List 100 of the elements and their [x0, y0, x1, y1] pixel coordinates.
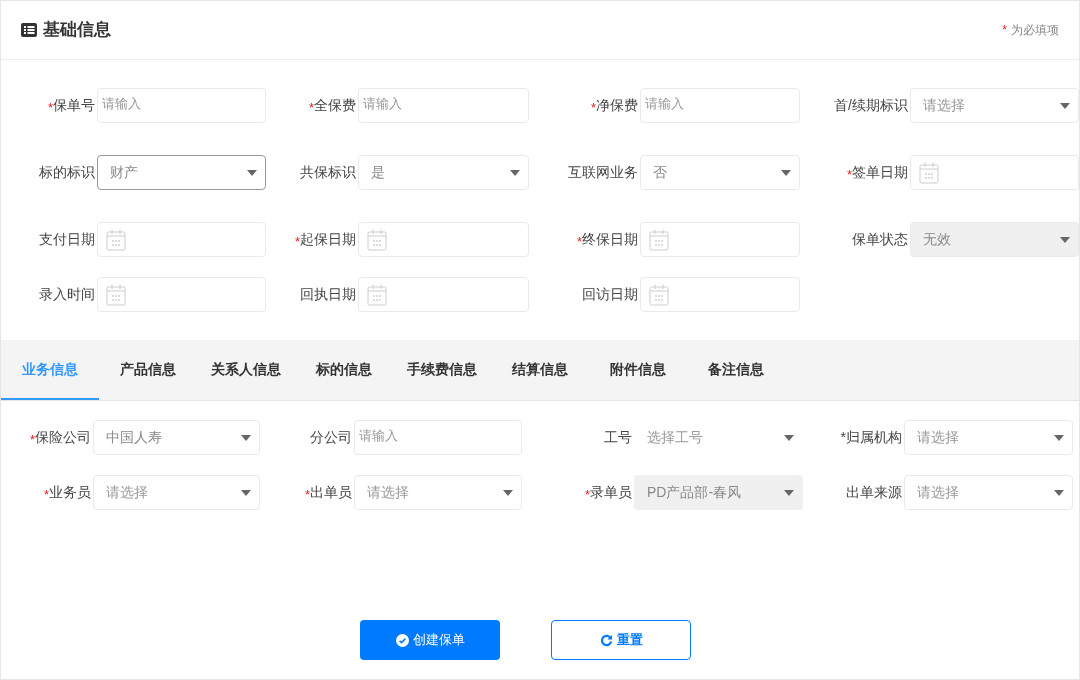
caret-icon [241, 489, 251, 496]
caret-icon [503, 489, 513, 496]
date-field[interactable] [358, 222, 529, 257]
field-label: 互联网业务 [568, 163, 638, 182]
tab[interactable]: 手续费信息 [393, 340, 491, 400]
select-field[interactable]: 是 [358, 155, 529, 190]
field-label: 首/续期标识 [834, 96, 908, 115]
select-value: 请选择 [917, 483, 959, 502]
tab[interactable]: 标的信息 [295, 340, 393, 400]
tab[interactable]: 附件信息 [589, 340, 687, 400]
list-icon [21, 23, 37, 37]
calendar-icon [649, 228, 669, 251]
caret-icon [784, 489, 794, 496]
field-label: 分公司 [310, 428, 352, 447]
date-field[interactable] [358, 277, 529, 312]
field-label: 录单员 [590, 483, 632, 502]
select-value: 是 [371, 163, 385, 182]
calendar-icon [106, 228, 126, 251]
select-value: 选择工号 [647, 428, 703, 447]
required-asterisk: * [1002, 22, 1007, 39]
required-asterisk: * [294, 232, 300, 251]
field-label: 保险公司 [35, 428, 91, 447]
select-field[interactable]: 中国人寿 [93, 420, 260, 455]
date-field[interactable] [910, 155, 1079, 190]
text-input-field[interactable]: 请输入 [97, 88, 266, 123]
field-label: 起保日期 [300, 230, 356, 249]
select-value: 中国人寿 [106, 428, 162, 447]
tab[interactable]: 关系人信息 [197, 340, 295, 400]
field-label: 出单员 [310, 483, 352, 502]
text-input-field[interactable]: 请输入 [358, 88, 529, 123]
field-label: 保单号 [53, 96, 95, 115]
select-value: 请选择 [923, 96, 965, 115]
caret-icon [784, 434, 794, 441]
field-label: 支付日期 [39, 230, 95, 249]
select-field[interactable]: 请选择 [354, 475, 522, 510]
reset-button[interactable]: 重置 [551, 620, 691, 660]
date-field[interactable] [640, 277, 800, 312]
caret-icon [781, 169, 791, 176]
caret-icon [1060, 102, 1070, 109]
refresh-icon [599, 633, 613, 647]
placeholder-text: 请输入 [363, 94, 402, 113]
required-asterisk: * [308, 98, 314, 117]
field-label: 终保日期 [582, 230, 638, 249]
select-value: 请选择 [367, 483, 409, 502]
section-title: 基础信息 [43, 19, 111, 42]
field-label: 标的标识 [39, 163, 95, 182]
required-note: 为必填项 [1011, 22, 1059, 39]
required-asterisk: * [584, 485, 590, 504]
select-value: 无效 [923, 230, 951, 249]
calendar-icon [367, 283, 387, 306]
caret-icon [510, 169, 520, 176]
date-field[interactable] [640, 222, 800, 257]
field-label: 全保费 [314, 96, 356, 115]
field-label: 回执日期 [300, 285, 356, 304]
date-field[interactable] [97, 277, 266, 312]
select-value: 财产 [110, 163, 138, 182]
calendar-icon [106, 283, 126, 306]
select-field[interactable]: 否 [640, 155, 800, 190]
caret-icon [1060, 236, 1070, 243]
calendar-icon [649, 283, 669, 306]
field-label: 保单状态 [852, 230, 908, 249]
select-value: 否 [653, 163, 667, 182]
calendar-icon [367, 228, 387, 251]
caret-icon [247, 169, 257, 176]
select-field[interactable]: 请选择 [904, 420, 1073, 455]
placeholder-text: 请输入 [102, 94, 141, 113]
tab[interactable]: 备注信息 [687, 340, 785, 400]
select-field[interactable]: 请选择 [904, 475, 1073, 510]
required-asterisk: * [43, 486, 49, 504]
check-circle-icon [395, 633, 409, 647]
select-value: 请选择 [106, 483, 148, 502]
required-asterisk: * [846, 165, 852, 184]
tab[interactable]: 产品信息 [99, 340, 197, 400]
field-label: 业务员 [49, 483, 91, 502]
required-asterisk: * [47, 98, 53, 117]
select-value: PD产品部-春风 [647, 483, 742, 502]
select-field[interactable]: 请选择 [910, 88, 1079, 123]
caret-icon [1054, 434, 1064, 441]
tab[interactable]: 结算信息 [491, 340, 589, 400]
field-label: 签单日期 [852, 163, 908, 182]
required-asterisk: * [29, 430, 35, 449]
required-asterisk: * [304, 486, 310, 504]
date-field[interactable] [97, 222, 266, 257]
select-field[interactable]: 请选择 [93, 475, 260, 510]
select-field[interactable]: 财产 [97, 155, 266, 190]
create-button[interactable]: 创建保单 [360, 620, 500, 660]
field-label: 共保标识 [300, 163, 356, 182]
text-input-field[interactable]: 请输入 [640, 88, 800, 123]
caret-icon [241, 434, 251, 441]
field-label: 工号 [604, 428, 632, 447]
field-label: *归属机构 [840, 428, 902, 447]
select-value: 请选择 [917, 428, 959, 447]
calendar-icon [919, 161, 939, 184]
text-input-field[interactable]: 请输入 [354, 420, 522, 455]
field-label: 出单来源 [846, 483, 902, 502]
caret-icon [1054, 489, 1064, 496]
tab[interactable]: 业务信息 [1, 340, 99, 400]
required-asterisk: * [590, 98, 596, 117]
field-label: 净保费 [596, 96, 638, 115]
placeholder-text: 请输入 [359, 426, 398, 445]
